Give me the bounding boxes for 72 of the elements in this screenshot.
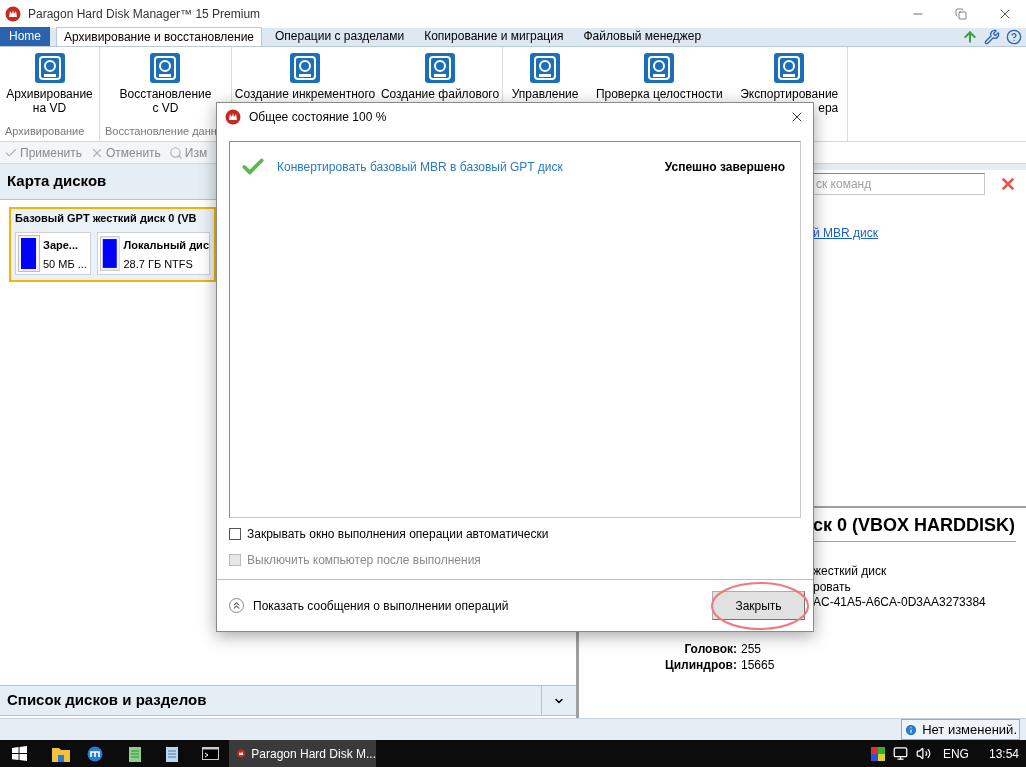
property-label: Головок:: [683, 640, 737, 657]
ribbon-button[interactable]: Восстановление с VD: [115, 47, 216, 124]
status-text: Нет изменений.: [922, 720, 1017, 739]
ribbon-button[interactable]: Управление: [507, 47, 583, 141]
language-indicator[interactable]: ENG: [942, 744, 969, 763]
command-link[interactable]: й MBR диск: [813, 224, 878, 242]
disk-card[interactable]: Базовый GPT жесткий диск 0 (VB Заре... 50 МБ ... Локальный дис 28.7 ГБ NTFS: [9, 207, 216, 282]
disk-title: Базовый GPT жесткий диск 0 (VB: [15, 211, 198, 225]
ribbon-button-label: Создание файлового: [380, 87, 500, 101]
disk-heading: ск 0 (VBOX HARDDISK): [813, 515, 1016, 535]
color-grid-icon[interactable]: [870, 746, 885, 761]
app-logo-icon: [5, 6, 21, 22]
ribbon-button-label: Проверка целостности: [595, 87, 723, 101]
partition-info: 28.7 ГБ NTFS: [123, 257, 194, 272]
app-logo-icon: [225, 109, 241, 125]
partition-tile[interactable]: Локальный дис 28.7 ГБ NTFS: [97, 232, 210, 275]
arrow-up-icon[interactable]: [962, 29, 978, 45]
folder-icon[interactable]: [52, 745, 70, 762]
property-value: 15665: [741, 656, 775, 673]
ribbon-tab[interactable]: Операции с разделами: [268, 27, 412, 46]
property-value: 255: [741, 640, 762, 657]
terminal-icon[interactable]: [202, 747, 219, 760]
notepad-icon[interactable]: [165, 745, 179, 762]
show-details-button[interactable]: Показать сообщения о выполнении операций: [229, 596, 509, 615]
clock[interactable]: 13:54: [988, 744, 1019, 763]
ribbon-button[interactable]: Проверка целостности: [591, 47, 727, 141]
restore-icon[interactable]: [955, 8, 967, 20]
home-tab[interactable]: Home: [0, 27, 50, 46]
ribbon-button-label: Создание инкрементного: [234, 87, 376, 101]
panel-title: Список дисков и разделов: [6, 690, 208, 711]
ribbon-tab[interactable]: Файловый менеджер: [576, 27, 709, 46]
dialog-title: Общее состояние 100 %: [249, 109, 387, 126]
operation-name: Конвертировать базовый MBR в базовый GPT диск: [277, 159, 563, 176]
ribbon-group-label: Восстановление данн: [104, 124, 218, 139]
partition-bar-icon: [18, 235, 40, 272]
close-button[interactable]: Закрыть: [712, 591, 805, 620]
ribbon-button[interactable]: Архивирование на VD: [2, 47, 97, 124]
checkbox[interactable]: [229, 528, 241, 540]
partition-info: 50 МБ ...: [43, 257, 87, 272]
disk-info-text: жесткий диск: [813, 564, 888, 580]
panel-title: Карта дисков: [7, 171, 107, 192]
ribbon-button-label: с VD: [152, 101, 179, 115]
notepad-icon[interactable]: [128, 745, 142, 762]
window-title: Paragon Hard Disk Manager™ 15 Premium: [28, 6, 261, 23]
partition-name: Заре...: [43, 238, 79, 253]
ribbon-button[interactable]: Экспортирование ера: [736, 47, 843, 141]
windows-start-icon[interactable]: [12, 746, 27, 761]
ribbon-button-label: на VD: [32, 101, 67, 115]
property-label: Цилиндров:: [663, 656, 737, 673]
info-icon: [904, 722, 919, 737]
partition-bar-icon: [100, 235, 121, 272]
search-field[interactable]: ск команд: [813, 173, 985, 195]
help-icon[interactable]: [1006, 29, 1022, 45]
partition-name: Локальный дис: [123, 238, 209, 253]
partition-tile[interactable]: Заре... 50 МБ ...: [15, 232, 91, 275]
option-checkbox[interactable]: Закрывать окно выполнения операции автоматически: [229, 526, 549, 542]
search-icon: [168, 145, 183, 160]
disk-info-text: AC-41A5-A6CA-0D3AA3273384: [813, 595, 987, 611]
circle-m-icon[interactable]: [87, 745, 103, 762]
ribbon-button-label: Экспортирование: [740, 87, 839, 101]
ribbon-tab[interactable]: Копирование и миграция: [417, 27, 571, 46]
taskbar-app-button[interactable]: Paragon Hard Disk M...: [229, 740, 376, 767]
ribbon-button-label: Восстановление: [119, 87, 212, 101]
ribbon-group-label: Архивирование: [4, 124, 86, 139]
disk-info-text: ровать: [813, 579, 852, 595]
network-icon[interactable]: [892, 746, 908, 761]
ribbon-button-label: Архивирование: [6, 87, 93, 101]
ribbon-button-label: Управление: [511, 87, 579, 101]
ribbon-tab[interactable]: Архивирование и восстановление: [56, 27, 262, 46]
volume-icon[interactable]: [915, 746, 931, 761]
operation-status: Успешно завершено: [664, 159, 785, 176]
ribbon-button-label: ера: [818, 101, 839, 115]
